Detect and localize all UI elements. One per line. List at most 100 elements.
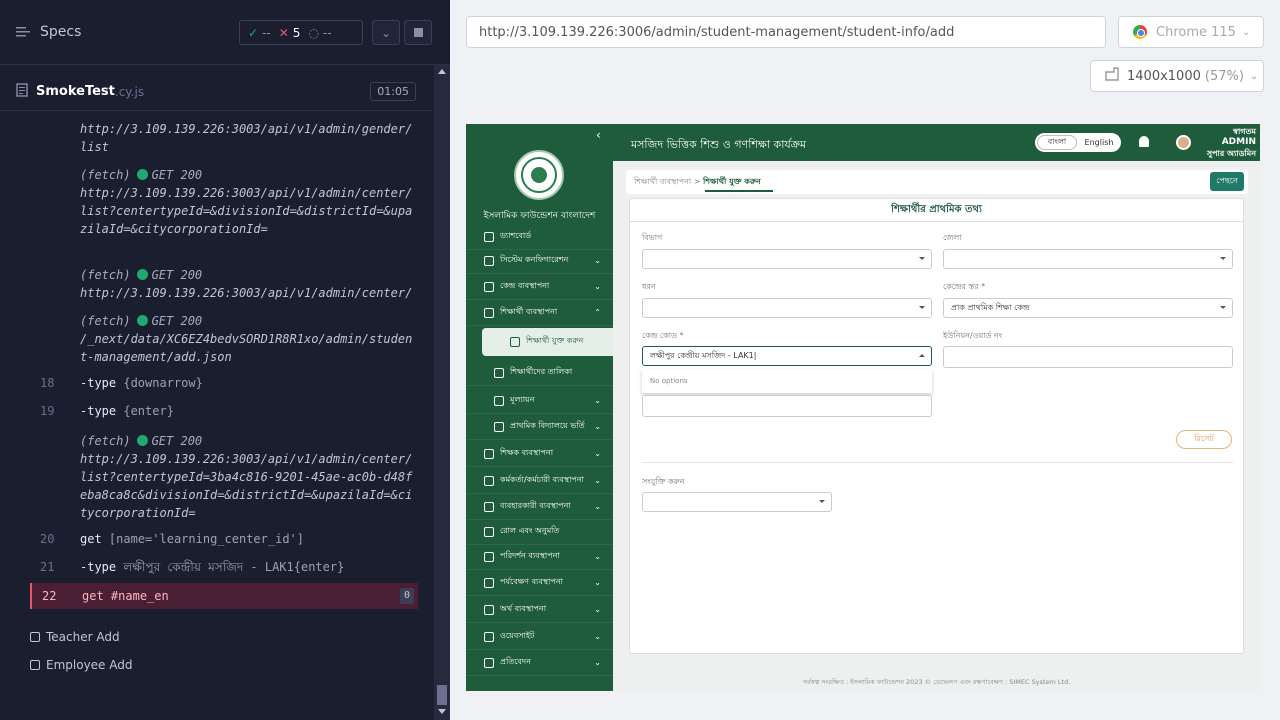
specs-label[interactable]: Specs xyxy=(40,24,81,40)
reset-button[interactable]: রিসেট xyxy=(1176,430,1232,449)
settings-icon xyxy=(484,255,494,266)
file-icon xyxy=(16,82,28,101)
sidebar: ‹ ইসলামিক ফাউন্ডেশন বাংলাদেশ ড্যাশবোর্ড … xyxy=(466,124,613,691)
scroll-up-icon[interactable] xyxy=(438,69,446,74)
user-add-icon xyxy=(510,336,520,347)
command-log-entry[interactable]: 21 -type লক্ষীপুর কেন্দ্রীয় মসজিদ - LAK… xyxy=(30,558,418,576)
center-icon xyxy=(484,281,494,292)
suite-item[interactable]: Teacher Add xyxy=(30,630,120,644)
spec-duration: 01:05 xyxy=(370,82,416,101)
evaluation-icon xyxy=(494,395,504,406)
url-bar[interactable]: http://3.109.139.226:3006/admin/student-… xyxy=(466,16,1106,48)
chevron-down-icon[interactable]: ⌄ xyxy=(372,20,400,45)
center-level-select[interactable]: প্রাক প্রাথমিক শিক্ষা কেন্দ্র xyxy=(943,298,1233,318)
spec-ext: .cy.js xyxy=(114,84,145,99)
caret-down-icon xyxy=(919,257,925,260)
command-log-entry[interactable]: (fetch) GET 200 http://3.109.139.226:3003… xyxy=(30,266,418,302)
monitor-icon xyxy=(484,577,494,588)
sidebar-item-add-student[interactable]: শিক্ষার্থী যুক্ত করুন xyxy=(482,328,613,356)
district-label: জেলা xyxy=(943,233,962,242)
command-log-entry[interactable]: (fetch) GET 200 http://3.109.139.226:3003… xyxy=(30,166,418,238)
command-log-entry-active[interactable]: 22 get #name_en 0 xyxy=(30,583,418,609)
command-log-scrollbar[interactable] xyxy=(434,65,450,720)
sidebar-item-student-management[interactable]: শিক্ষার্থী ব্যবস্থাপনা ⌃ xyxy=(466,300,613,326)
divider xyxy=(642,462,1233,463)
attach-select[interactable] xyxy=(642,492,832,512)
command-log-entry[interactable]: (fetch) GET 200 /_next/data/XC6EZ4bedvSOR… xyxy=(30,312,418,366)
sidebar-item-center-management[interactable]: কেন্দ্র ব্যবস্থাপনা ⌄ xyxy=(466,274,613,300)
report-icon xyxy=(484,657,494,668)
sidebar-item-dashboard[interactable]: ড্যাশবোর্ড xyxy=(466,224,613,250)
type-label: ধরন xyxy=(642,282,656,291)
union-input[interactable] xyxy=(943,346,1233,368)
checkbox-icon xyxy=(30,660,40,670)
element-count-badge: 0 xyxy=(399,588,414,604)
breadcrumb-parent[interactable]: শিক্ষার্থী ব্যবস্থাপনা xyxy=(634,177,691,186)
sidebar-item-teacher-management[interactable]: শিক্ষক ব্যবস্থাপনা ⌄ xyxy=(466,441,613,467)
sidebar-item-inspection[interactable]: পরিদর্শন ব্যবস্থাপনা ⌄ xyxy=(466,544,613,570)
lang-english-option[interactable]: English xyxy=(1077,138,1121,147)
caret-down-icon xyxy=(1220,257,1226,260)
scroll-thumb[interactable] xyxy=(437,685,447,705)
viewport-selector[interactable]: 1400x1000 (57%) ⌄ xyxy=(1090,60,1264,92)
back-button[interactable]: পেছনে xyxy=(1210,172,1244,191)
suite-item[interactable]: Employee Add xyxy=(30,658,132,672)
sidebar-item-website[interactable]: ওয়েবসাইট ⌄ xyxy=(466,624,613,650)
home-icon xyxy=(484,231,494,242)
sidebar-item-employee-management[interactable]: কর্মকর্তা/কর্মচারী ব্যবস্থাপনা ⌄ xyxy=(466,468,613,494)
sidebar-item-user-management[interactable]: ব্যবহারকারী ব্যবস্থাপনা ⌄ xyxy=(466,494,613,520)
sidebar-item-system-config[interactable]: সিস্টেম কনফিগারেশন ⌄ xyxy=(466,248,613,274)
command-log-entry[interactable]: 19 -type {enter} xyxy=(30,402,418,420)
sidebar-item-finance[interactable]: অর্থ ব্যবস্থাপনা ⌄ xyxy=(466,597,613,623)
org-logo xyxy=(514,150,564,200)
breadcrumb-current: শিক্ষার্থী যুক্ত করুন xyxy=(703,177,761,186)
sidebar-item-monitoring[interactable]: পর্যবেক্ষণ ব্যবস্থাপনা ⌄ xyxy=(466,570,613,596)
failed-icon: ✕ xyxy=(278,25,289,40)
language-toggle[interactable]: বাংলা English xyxy=(1035,133,1121,152)
caret-down-icon xyxy=(819,500,825,503)
scroll-down-icon[interactable] xyxy=(438,709,446,714)
type-select[interactable] xyxy=(642,298,932,318)
passed-count: -- xyxy=(262,25,271,40)
checkbox-icon xyxy=(30,632,40,642)
app-footer: সর্বস্বত্ব সংরক্ষিত : ইসলামিক ফাউন্ডেশন … xyxy=(802,678,1071,686)
chevron-left-icon[interactable]: ‹ xyxy=(596,128,601,142)
sidebar-item-roles-permissions[interactable]: রোল এবং অনুমতি xyxy=(466,519,613,545)
pending-icon: ◌ xyxy=(308,25,319,40)
command-log-entry[interactable]: (fetch) GET 200 http://3.109.139.226:3003… xyxy=(30,432,418,522)
app-under-test: ‹ ইসলামিক ফাউন্ডেশন বাংলাদেশ ড্যাশবোর্ড … xyxy=(466,124,1260,691)
specs-menu-icon[interactable] xyxy=(16,23,32,42)
student-form-card: শিক্ষার্থীর প্রাথমিক তথ্য বিভাগ জেলা ধরন… xyxy=(629,198,1244,654)
sidebar-item-evaluation[interactable]: মূল্যায়ন ⌄ xyxy=(466,388,613,414)
center-code-select[interactable]: লক্ষীপুর কেন্দ্রীয় মসজিদ - LAK1| xyxy=(642,346,932,366)
lang-bangla-option[interactable]: বাংলা xyxy=(1037,135,1077,150)
breadcrumb: শিক্ষার্থী ব্যবস্থাপনা > শিক্ষার্থী যুক্… xyxy=(634,177,761,186)
bell-icon[interactable] xyxy=(1139,136,1149,147)
student-icon xyxy=(484,307,494,318)
failed-count: 5 xyxy=(292,25,301,40)
breadcrumb-underline xyxy=(705,190,773,192)
caret-down-icon xyxy=(919,306,925,309)
command-log-entry[interactable]: 20 get [name='learning_center_id'] xyxy=(30,530,418,548)
globe-icon xyxy=(484,631,494,642)
sidebar-item-primary-admission[interactable]: প্রাথমিক বিদ্যালয়ে ভর্তি ⌄ xyxy=(466,414,613,440)
avatar[interactable] xyxy=(1176,135,1191,150)
browser-selector[interactable]: Chrome 115 ⌄ xyxy=(1118,16,1264,48)
sidebar-item-reports[interactable]: প্রতিবেদন ⌄ xyxy=(466,650,613,676)
command-log-entry[interactable]: 18 -type {downarrow} xyxy=(30,374,418,392)
user-info[interactable]: স্বাগতম ADMIN সুপার অ্যাডমিন xyxy=(1207,126,1256,159)
center-code-label: কেন্দ্র কোড * xyxy=(642,331,684,340)
card-title: শিক্ষার্থীর প্রাথমিক তথ্য xyxy=(630,199,1243,222)
status-dot-icon xyxy=(136,315,148,326)
spec-header: SmokeTest .cy.js 01:05 xyxy=(0,73,432,111)
command-log-entry[interactable]: http://3.109.139.226:3003/api/v1/admin/g… xyxy=(30,120,418,156)
name-input[interactable] xyxy=(642,395,932,417)
sidebar-item-student-list[interactable]: শিক্ষার্থীদের তালিকা xyxy=(466,360,613,386)
division-select[interactable] xyxy=(642,249,932,269)
stop-button[interactable] xyxy=(404,20,432,45)
chevron-down-icon: ⌄ xyxy=(1249,70,1259,82)
center-level-label: কেন্দ্রের স্তর * xyxy=(943,282,986,291)
bank-icon xyxy=(484,604,494,615)
district-select[interactable] xyxy=(943,249,1233,269)
pending-count: -- xyxy=(322,25,332,40)
